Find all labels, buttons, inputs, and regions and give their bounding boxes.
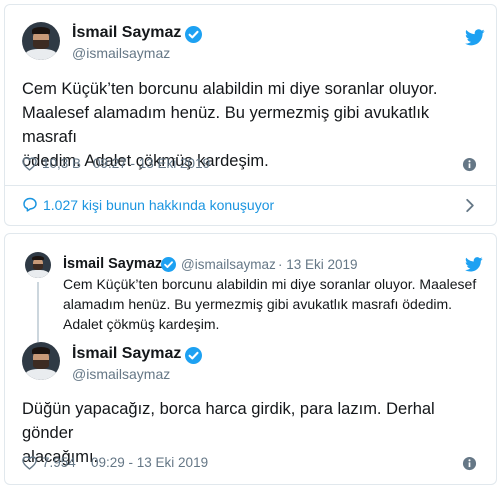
divider: [5, 185, 496, 186]
chevron-right-icon[interactable]: [465, 198, 475, 213]
avatar[interactable]: [22, 342, 60, 380]
conversation-link[interactable]: 1.027 kişi bunun hakkında konuşuyor: [43, 197, 274, 213]
twitter-bird-icon[interactable]: [465, 29, 485, 46]
info-icon[interactable]: [462, 456, 477, 471]
quoted-author-handle[interactable]: @ismailsaymaz: [181, 257, 276, 272]
verified-badge-icon: [185, 347, 202, 364]
heart-icon[interactable]: [22, 456, 37, 470]
quoted-tweet-text: Cem Küçük’ten borcunu alabildin mi diye …: [63, 274, 483, 334]
author-handle[interactable]: @ismailsaymaz: [72, 45, 170, 61]
tweet-timestamp[interactable]: 09:29 - 13 Eki 2019: [91, 455, 208, 470]
tweet-text-line: ödedim. Adalet çökmüş kardeşim.: [22, 152, 269, 170]
reply-bubble-icon: [23, 197, 37, 212]
info-icon[interactable]: [462, 157, 477, 172]
verified-badge-icon: [185, 26, 202, 43]
quoted-text-line: Cem Küçük’ten borcunu alabildin mi diye …: [63, 276, 477, 292]
quoted-author-name[interactable]: İsmail Saymaz: [63, 256, 162, 272]
quoted-text-line: alamadım henüz. Bu yermezmiş gibi avukat…: [63, 296, 453, 312]
tweet-text-line: Cem Küçük’ten borcunu alabildin mi diye …: [22, 80, 438, 98]
author-name[interactable]: İsmail Saymaz: [72, 24, 181, 42]
verified-badge-icon: [161, 257, 176, 272]
tweet-timestamp[interactable]: 09:27 - 13 Eki 2019: [93, 156, 210, 171]
quoted-text-line: Adalet çökmüş kardeşim.: [63, 316, 220, 332]
thread-line: [37, 282, 39, 342]
quoted-date[interactable]: · 13 Eki 2019: [278, 257, 358, 272]
tweet-card-2[interactable]: İsmail Saymaz @ismailsaymaz · 13 Eki 201…: [4, 233, 497, 485]
tweet-card-1[interactable]: İsmail Saymaz @ismailsaymaz Cem Küçük’te…: [4, 4, 497, 226]
heart-icon[interactable]: [22, 157, 37, 171]
tweet-text-line: Düğün yapacağız, borca harca girdik, par…: [22, 400, 435, 442]
like-count[interactable]: 10,3 B: [42, 156, 81, 171]
avatar[interactable]: [25, 252, 51, 278]
author-handle[interactable]: @ismailsaymaz: [72, 366, 170, 382]
avatar[interactable]: [22, 22, 60, 60]
twitter-bird-icon[interactable]: [465, 257, 483, 272]
like-count[interactable]: 7.954: [42, 455, 76, 470]
tweet-text-line: Maalesef alamadım henüz. Bu yermezmiş gi…: [22, 104, 430, 146]
author-name[interactable]: İsmail Saymaz: [72, 345, 181, 363]
tweet-text: Cem Küçük’ten borcunu alabildin mi diye …: [22, 77, 482, 173]
